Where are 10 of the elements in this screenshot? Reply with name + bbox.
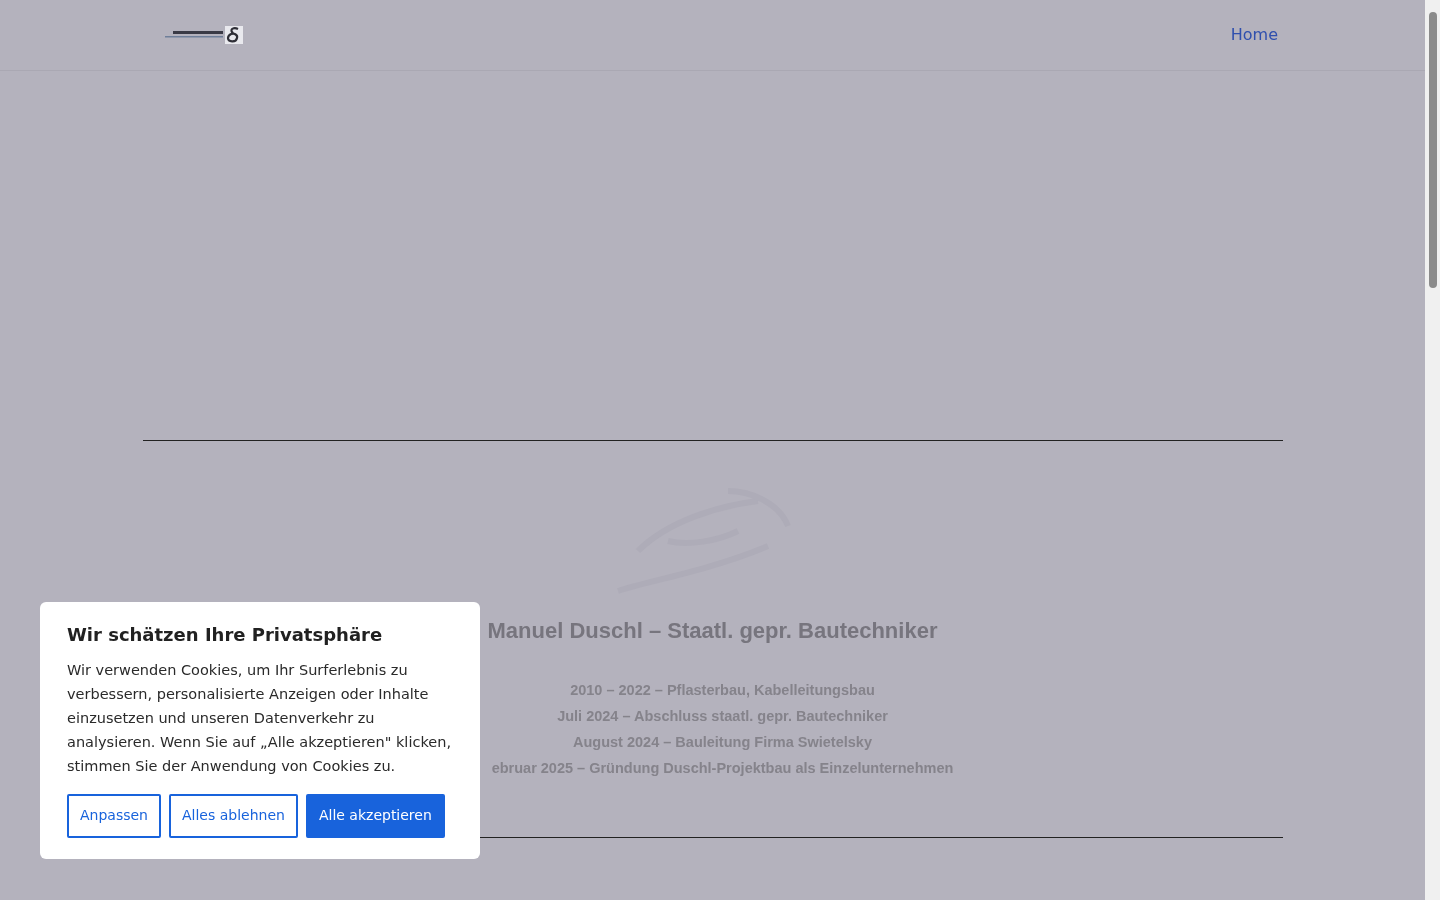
consent-button[interactable]: Alles ablehnen [169,793,298,838]
scrollbar[interactable] [1425,0,1440,900]
heading: Manuel Duschl – Staatl. gepr. Bautechniker [487,618,938,643]
dialog-title: Wir schätzen Ihre Privatsphäre [67,624,384,646]
consent-button[interactable]: Alle akzeptieren [305,793,445,838]
scrollbar-thumb[interactable] [1428,12,1437,288]
logo-icon[interactable] [163,26,243,44]
consent-button[interactable]: Anpassen [67,793,161,838]
dialog-text: Wir verwenden Cookies, um Ihr Surferlebnis zu verbessern, personalisierte Anzeigen oder Inhalte einzusetzen und unseren Datenverkehr zu analysieren. Wenn Sie auf „Alle akzeptieren" klicken, stimmen Sie der Anwendung von Cookies zu. [67,660,452,776]
nav-link[interactable]: Home [1230,23,1278,47]
